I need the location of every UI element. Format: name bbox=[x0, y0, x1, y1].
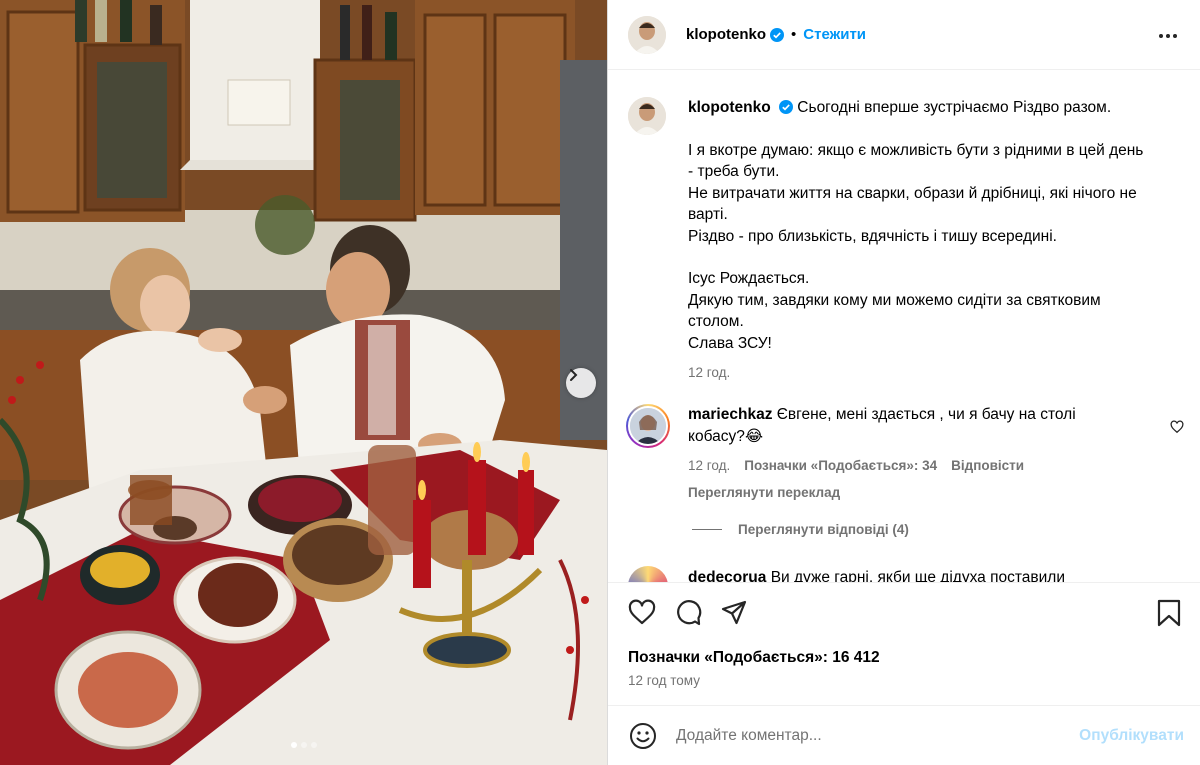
post-time[interactable]: 12 год тому bbox=[628, 673, 700, 688]
laughing-emoji: 😂 bbox=[744, 427, 763, 445]
caption-text: klopotenko Сьогодні вперше зустрічаємо Р… bbox=[688, 97, 1188, 384]
follow-button[interactable]: Стежити bbox=[803, 26, 866, 43]
comment-username[interactable]: dedecorua bbox=[688, 569, 766, 582]
caption-avatar[interactable] bbox=[628, 97, 666, 135]
comment-body: dedecorua Ви дуже гарні, якби ще дідуха … bbox=[688, 567, 1065, 582]
comment-username[interactable]: mariechkaz bbox=[688, 406, 772, 423]
separator-dot: • bbox=[791, 26, 797, 43]
comment-icon[interactable] bbox=[674, 599, 702, 627]
post-actions: Позначки «Подобається»: 16 412 12 год то… bbox=[608, 582, 1200, 700]
comment-text: Ви дуже гарні, якби ще дідуха поставили bbox=[770, 569, 1065, 582]
avatar-image bbox=[628, 97, 666, 135]
verified-icon bbox=[770, 27, 785, 42]
caption-line: - треба бути. bbox=[688, 163, 780, 180]
verified-icon bbox=[778, 100, 793, 114]
translate-button[interactable]: Переглянути переклад bbox=[688, 482, 1148, 504]
comment-meta: 12 год. Позначки «Подобається»: 34 Відпо… bbox=[688, 455, 1148, 477]
carousel-dot bbox=[290, 742, 297, 748]
caption-line: Ісус Рождається. bbox=[688, 270, 810, 287]
post-caption: klopotenko Сьогодні вперше зустрічаємо Р… bbox=[628, 97, 1188, 384]
emoji-icon[interactable] bbox=[628, 721, 658, 751]
post-panel: klopotenko • Стежити klopotenko Сьогодні… bbox=[608, 0, 1200, 765]
carousel-dot bbox=[300, 742, 307, 748]
caption-line: І я вкотре думаю: якщо є можливість бути… bbox=[688, 141, 1144, 159]
comment-avatar[interactable] bbox=[626, 404, 670, 448]
carousel-dot bbox=[310, 742, 317, 748]
comment-composer: Опублікувати bbox=[608, 705, 1200, 765]
post-photo[interactable] bbox=[0, 0, 607, 765]
comment-likes[interactable]: Позначки «Подобається»: 34 bbox=[744, 455, 937, 477]
comment-avatar[interactable] bbox=[628, 566, 668, 582]
comment-item: mariechkaz Євгене, мені здається , чи я … bbox=[626, 404, 1186, 503]
username-link[interactable]: klopotenko bbox=[686, 26, 766, 43]
likes-count[interactable]: Позначки «Подобається»: 16 412 bbox=[628, 649, 880, 667]
caption-time[interactable]: 12 год. bbox=[688, 362, 1188, 384]
caption-line: Сьогодні вперше зустрічаємо Різдво разом… bbox=[797, 99, 1112, 116]
post-header: klopotenko • Стежити bbox=[608, 0, 1200, 70]
caption-line: Слава ЗСУ! bbox=[688, 334, 772, 352]
caption-line: Не витрачати життя на сварки, образи й д… bbox=[688, 184, 1137, 202]
caption-line: столом. bbox=[688, 313, 744, 330]
share-icon[interactable] bbox=[720, 599, 748, 627]
avatar-image bbox=[628, 15, 666, 54]
caption-line: Різдво - про близькість, вдячність і тиш… bbox=[688, 227, 1057, 245]
heart-icon[interactable] bbox=[628, 599, 656, 627]
comment-time[interactable]: 12 год. bbox=[688, 455, 730, 477]
comment-text: Євгене, мені здається , чи я бачу на сто… bbox=[776, 406, 1076, 423]
more-icon[interactable] bbox=[1158, 26, 1178, 46]
view-replies-button[interactable]: Переглянути відповіді (4) bbox=[692, 522, 909, 537]
caption-username[interactable]: klopotenko bbox=[688, 99, 771, 116]
view-replies-label: Переглянути відповіді (4) bbox=[738, 522, 909, 537]
avatar-image bbox=[630, 408, 666, 444]
reply-button[interactable]: Відповісти bbox=[951, 455, 1024, 477]
comment-body: mariechkaz Євгене, мені здається , чи я … bbox=[688, 404, 1148, 503]
bookmark-icon[interactable] bbox=[1156, 599, 1182, 627]
next-slide-button[interactable] bbox=[566, 368, 596, 398]
comment-text: кобасу? bbox=[688, 427, 745, 445]
comment-item: dedecorua Ви дуже гарні, якби ще дідуха … bbox=[628, 566, 1188, 582]
caption-first-line: klopotenko Сьогодні вперше зустрічаємо Р… bbox=[688, 97, 1188, 119]
replies-line bbox=[692, 529, 722, 530]
photo-scene bbox=[0, 0, 607, 765]
chevron-right-icon bbox=[570, 369, 578, 381]
caption-line: варті. bbox=[688, 206, 728, 223]
post-comment-button[interactable]: Опублікувати bbox=[1079, 727, 1184, 745]
avatar[interactable] bbox=[628, 15, 666, 54]
heart-icon[interactable] bbox=[1170, 420, 1184, 434]
comment-input[interactable] bbox=[676, 726, 1056, 745]
caption-line: Дякую тим, завдяки кому ми можемо сидіти… bbox=[688, 291, 1101, 309]
carousel-indicator bbox=[0, 742, 607, 748]
